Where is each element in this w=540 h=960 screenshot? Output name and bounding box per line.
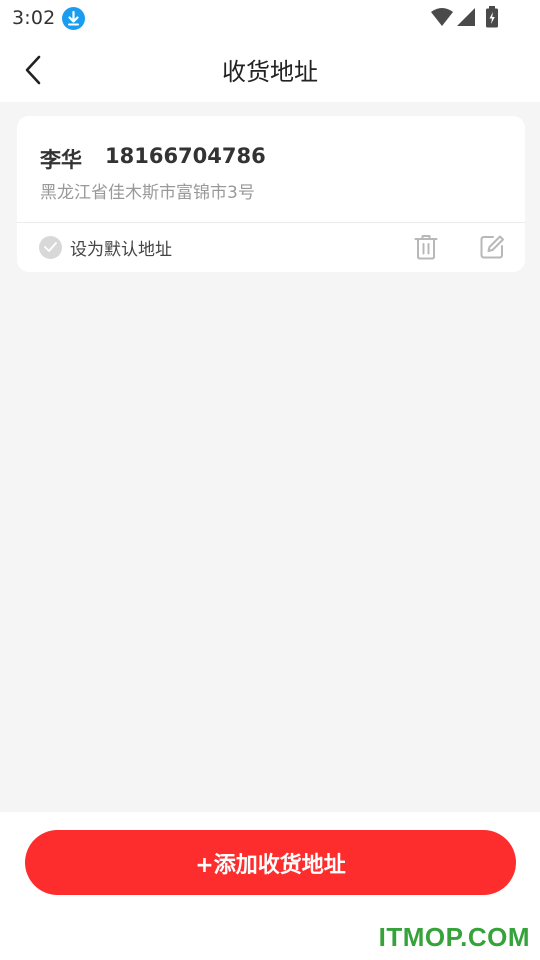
delete-button[interactable] — [410, 230, 442, 264]
wifi-icon — [430, 7, 454, 31]
edit-button[interactable] — [476, 230, 508, 264]
set-default-toggle[interactable]: 设为默认地址 — [39, 234, 172, 260]
address-list-screen: 3:02 收货地址 李华 18166704786 黑龙江省佳木斯市富锦市3号 设… — [0, 0, 540, 960]
trash-icon — [414, 235, 438, 260]
page-header: 收货地址 — [0, 36, 540, 102]
status-bar: 3:02 — [0, 0, 540, 36]
set-default-label: 设为默认地址 — [70, 239, 172, 260]
signal-icon — [456, 7, 476, 31]
download-icon — [62, 7, 85, 30]
recipient-phone: 18166704786 — [105, 144, 266, 168]
watermark-logo: ITMOP.COM — [378, 922, 530, 952]
add-address-button[interactable]: +添加收货地址 — [25, 830, 516, 895]
top-bar: 3:02 收货地址 — [0, 0, 540, 102]
status-time: 3:02 — [12, 7, 56, 29]
page-title: 收货地址 — [222, 58, 318, 86]
address-info[interactable]: 李华 18166704786 黑龙江省佳木斯市富锦市3号 — [17, 116, 525, 222]
check-circle-icon — [39, 235, 62, 259]
address-text: 黑龙江省佳木斯市富锦市3号 — [40, 183, 255, 203]
card-divider — [17, 222, 525, 223]
bottom-action-bar: +添加收货地址 ITMOP.COM — [0, 812, 540, 960]
recipient-name: 李华 — [40, 148, 82, 172]
edit-icon — [480, 235, 504, 259]
battery-icon — [485, 6, 499, 32]
address-card[interactable]: 李华 18166704786 黑龙江省佳木斯市富锦市3号 设为默认地址 — [17, 116, 525, 272]
